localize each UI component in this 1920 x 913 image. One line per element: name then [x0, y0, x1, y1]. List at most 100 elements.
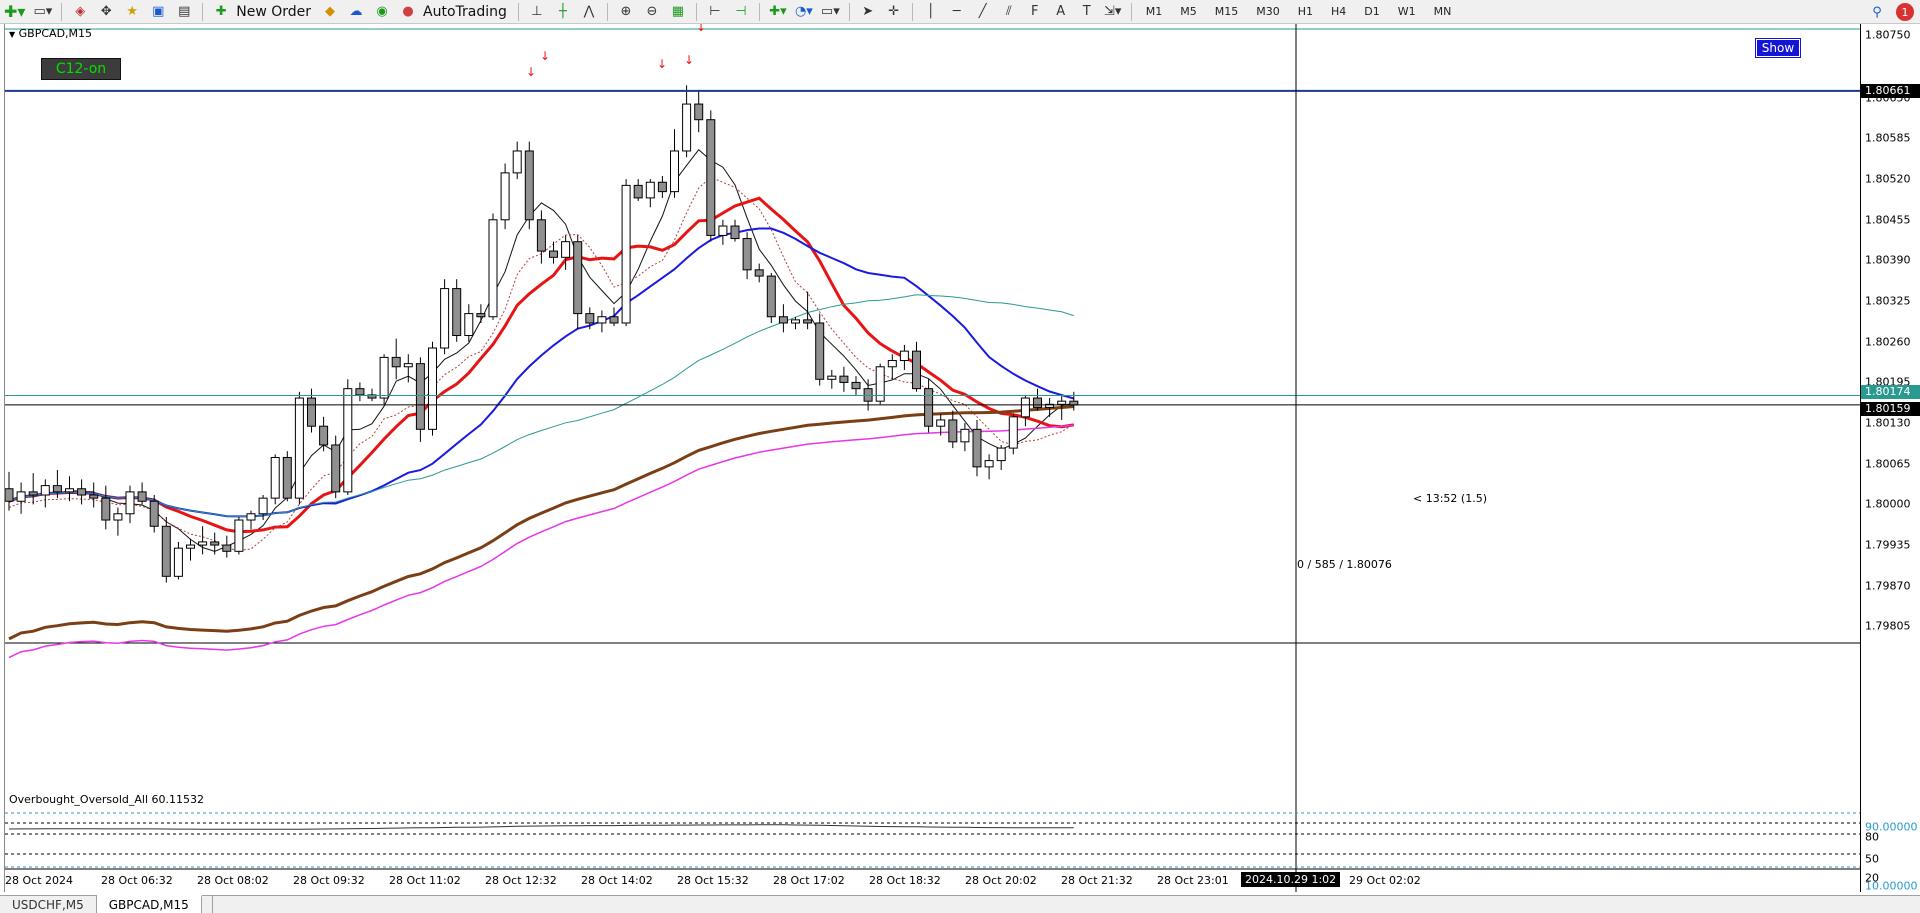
market-icon[interactable]: ◉ [369, 1, 395, 23]
auto-scroll-icon[interactable]: ⊢ [702, 1, 728, 23]
profiles-icon[interactable]: ▭▾ [29, 1, 56, 23]
timeframe-h1[interactable]: H1 [1289, 1, 1322, 23]
zoom-in-icon[interactable]: ⊕ [613, 1, 639, 23]
candle-body [778, 316, 788, 324]
tester-icon[interactable]: ▤ [171, 1, 197, 23]
fibonacci-icon[interactable]: F [1022, 1, 1048, 23]
timeframe-mn[interactable]: MN [1425, 1, 1461, 23]
chart-window[interactable]: ↓ ↓ ↓ ↓ ↓ ▼ GBPCAD,M15 C12-on Show < 13:52 (… [4, 24, 1920, 893]
candle-body [791, 319, 800, 324]
templates-icon[interactable]: ▭▾ [817, 1, 844, 23]
vertical-line-icon[interactable]: │ [918, 1, 944, 23]
signal-arrow-down-icon: ↓ [540, 49, 550, 63]
candle-body [210, 541, 220, 546]
text-icon[interactable]: A [1048, 1, 1074, 23]
time-label: 28 Oct 06:32 [101, 874, 173, 887]
price-label: 1.80130 [1865, 416, 1911, 430]
new-chart-icon[interactable]: ✚▾ [0, 1, 29, 23]
candle-body [803, 319, 813, 324]
navigator-icon[interactable]: ✥ [93, 1, 119, 23]
metaeditor-icon[interactable]: ◆ [317, 1, 343, 23]
candle-body [40, 485, 50, 496]
candle-body [440, 288, 450, 349]
favorites-icon[interactable]: ★ [119, 1, 145, 23]
candle-body [549, 250, 558, 258]
timeframe-m15[interactable]: M15 [1206, 1, 1248, 23]
chart-canvas[interactable]: ↓ ↓ ↓ ↓ ↓ [5, 24, 1860, 892]
time-axis[interactable]: 28 Oct 2024 28 Oct 06:32 28 Oct 08:02 28… [5, 871, 1860, 891]
signals-icon[interactable]: ☁ [343, 1, 369, 23]
show-button[interactable]: Show [1755, 38, 1801, 58]
notification-badge[interactable]: 1 [1896, 3, 1914, 21]
candle-body [28, 491, 38, 496]
candle-body [633, 184, 643, 199]
toolbar-separator [848, 2, 850, 21]
crosshair-icon[interactable]: ✛ [881, 1, 907, 23]
autotrading-icon[interactable]: ● [395, 1, 421, 23]
timeframe-d1[interactable]: D1 [1355, 1, 1388, 23]
candle-body [331, 444, 341, 493]
candle-body [524, 150, 534, 221]
new-order-icon[interactable]: ✚ [208, 1, 234, 23]
candle-body [488, 219, 498, 318]
zoom-out-icon[interactable]: ⊖ [639, 1, 665, 23]
candlestick-icon[interactable]: ┼ [550, 1, 576, 23]
candle-body [125, 491, 135, 515]
chart-shift-icon[interactable]: ⊣ [728, 1, 754, 23]
tab-gbpcad-m15[interactable]: GBPCAD,M15 [96, 895, 202, 913]
candle-body [718, 225, 728, 236]
arrows-icon[interactable]: ⇲▾ [1100, 1, 1126, 23]
cursor-icon[interactable]: ➤ [855, 1, 881, 23]
candle-body [101, 497, 111, 521]
candle-body [343, 388, 353, 493]
candle-body [319, 425, 329, 446]
timeframe-h4[interactable]: H4 [1322, 1, 1355, 23]
timeframe-m1[interactable]: M1 [1137, 1, 1172, 23]
candle-body [234, 519, 244, 552]
candle-body [899, 350, 909, 362]
candle-body [960, 428, 970, 443]
ma-brown-line [8, 405, 1074, 641]
candle-body [585, 313, 595, 324]
timeframe-w1[interactable]: W1 [1389, 1, 1425, 23]
candle-body [113, 513, 123, 521]
candle-body [403, 363, 413, 368]
time-crosshair-label: 2024.10.29 1:02 [1241, 872, 1341, 887]
price-marker-current: 1.80159 [1861, 401, 1920, 416]
periods-icon[interactable]: ◔▾ [791, 1, 817, 23]
timeframe-m30[interactable]: M30 [1247, 1, 1289, 23]
time-label: 28 Oct 11:02 [389, 874, 461, 887]
trendline-icon[interactable]: ╱ [970, 1, 996, 23]
autotrading-button[interactable]: AutoTrading [421, 4, 513, 20]
signal-arrow-down-icon: ↓ [657, 57, 667, 71]
collapse-triangle-icon: ▼ [9, 30, 16, 39]
price-label: 1.79805 [1865, 619, 1911, 633]
bar-chart-icon[interactable]: ⊥ [524, 1, 550, 23]
candle-body [186, 544, 195, 549]
signal-arrow-down-icon: ↓ [526, 65, 536, 79]
timeframe-m5[interactable]: M5 [1171, 1, 1206, 23]
horizontal-line-icon[interactable]: ─ [944, 1, 970, 23]
candle-body [52, 485, 62, 493]
terminal-icon[interactable]: ▣ [145, 1, 171, 23]
price-marker-high: 1.80661 [1861, 83, 1920, 98]
new-order-button[interactable]: New Order [234, 4, 317, 20]
market-watch-icon[interactable]: ◈ [67, 1, 93, 23]
candle-body [827, 375, 837, 380]
search-icon[interactable]: ⚲ [1864, 1, 1890, 23]
line-chart-icon[interactable]: ⋀ [576, 1, 602, 23]
candle-body [198, 541, 208, 546]
signal-arrow-down-icon: ↓ [684, 53, 694, 67]
price-label: 1.80455 [1865, 213, 1911, 227]
label-icon[interactable]: T [1074, 1, 1100, 23]
c12-toggle-button[interactable]: C12-on [41, 58, 121, 80]
price-axis[interactable]: 1.807501.806501.805851.805201.804551.803… [1860, 24, 1920, 893]
tile-windows-icon[interactable]: ▦ [665, 1, 691, 23]
crosshair-readout: 0 / 585 / 1.80076 [1297, 558, 1392, 571]
candle-body [222, 544, 232, 552]
channel-icon[interactable]: ⫽ [996, 1, 1022, 23]
tab-usdchf-m5[interactable]: USDCHF,M5 [0, 896, 97, 913]
candle-body [1057, 400, 1067, 405]
indicators-icon[interactable]: ✚▾ [765, 1, 791, 23]
candle-body [379, 356, 389, 399]
